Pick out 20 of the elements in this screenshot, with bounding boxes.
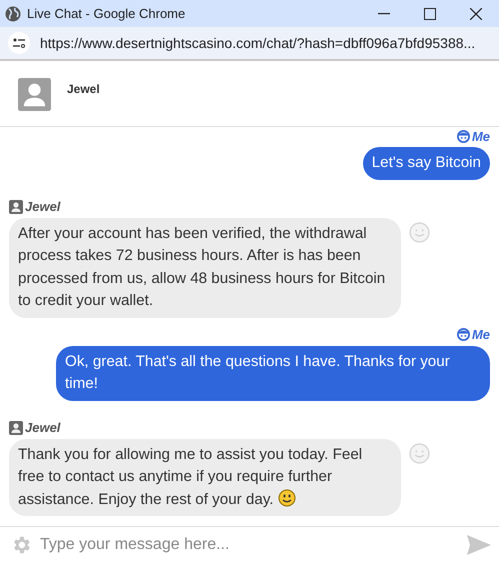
sender-name: Jewel [25, 199, 60, 214]
sender-name: Jewel [25, 420, 60, 435]
globe-icon [5, 6, 21, 22]
avatar-icon [18, 78, 51, 111]
maximize-icon[interactable] [424, 8, 436, 20]
agent-name: Jewel [67, 82, 100, 96]
message-bubble: Thank you for allowing me to assist you today. Feel free to contact us anytime if you require further assistance. Enjoy the rest of your day. [9, 438, 401, 516]
sliders-icon [13, 38, 25, 48]
person-icon [9, 200, 23, 214]
person-icon [9, 420, 23, 434]
message-bubble: After your account has been verified, the withdrawal process takes 72 business hours. After is has been processed from us, allow 48 business hours for Bitcoin to credit your wallet. [9, 218, 401, 318]
site-settings-button[interactable] [8, 32, 30, 54]
window-title: Live Chat - Google Chrome [27, 6, 186, 21]
message-bubble: Let's say Bitcoin [362, 147, 490, 180]
sender-name: Me [472, 128, 490, 144]
minimize-icon[interactable] [378, 12, 390, 14]
close-icon[interactable] [470, 8, 482, 20]
message-bubble: Ok, great. That's all the questions I have. Thanks for your time! [56, 346, 490, 400]
sender-name: Me [472, 327, 490, 342]
smiley-emoji-icon [278, 488, 296, 506]
